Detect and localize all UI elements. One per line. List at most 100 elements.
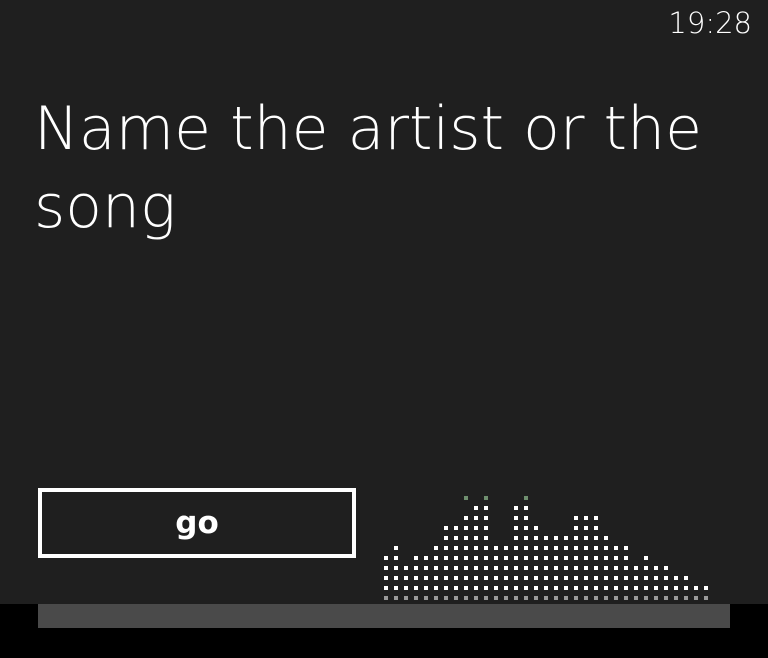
equalizer-dot: [574, 516, 578, 520]
equalizer-dot: [534, 566, 538, 570]
equalizer-dot: [514, 566, 518, 570]
equalizer-dot: [664, 596, 668, 600]
equalizer-dot: [514, 506, 518, 510]
equalizer-dot: [554, 546, 558, 550]
equalizer-dot: [544, 546, 548, 550]
equalizer-dot: [514, 556, 518, 560]
equalizer-column: [614, 546, 618, 600]
equalizer-dot: [454, 546, 458, 550]
equalizer-dot: [424, 586, 428, 590]
equalizer-dot: [564, 556, 568, 560]
equalizer-dot: [464, 566, 468, 570]
equalizer-dot: [684, 586, 688, 590]
equalizer-column: [564, 536, 568, 600]
equalizer-dot: [484, 536, 488, 540]
equalizer-column: [384, 556, 388, 600]
equalizer-dot: [394, 596, 398, 600]
equalizer-dot: [464, 556, 468, 560]
equalizer-dot: [604, 586, 608, 590]
equalizer-dot: [534, 576, 538, 580]
equalizer-dot: [464, 586, 468, 590]
equalizer-dot: [614, 596, 618, 600]
equalizer-dot: [514, 546, 518, 550]
equalizer-dot: [464, 526, 468, 530]
equalizer-dot: [524, 566, 528, 570]
equalizer-dot: [554, 596, 558, 600]
equalizer-dot: [584, 596, 588, 600]
equalizer-peak-dot: [464, 496, 468, 500]
equalizer-dot: [594, 526, 598, 530]
equalizer-dot: [584, 516, 588, 520]
equalizer-column: [514, 506, 518, 600]
equalizer-dot: [624, 566, 628, 570]
equalizer-peak-dot: [484, 496, 488, 500]
equalizer-dot: [574, 596, 578, 600]
equalizer-column: [454, 526, 458, 600]
equalizer-dot: [584, 526, 588, 530]
equalizer-dot: [624, 546, 628, 550]
equalizer-dot: [594, 516, 598, 520]
equalizer-column: [544, 536, 548, 600]
equalizer-column: [424, 556, 428, 600]
equalizer-dot: [494, 546, 498, 550]
equalizer-dot: [384, 566, 388, 570]
equalizer-dot: [494, 556, 498, 560]
equalizer-dot: [654, 586, 658, 590]
equalizer-dot: [594, 546, 598, 550]
equalizer-dot: [634, 566, 638, 570]
equalizer-dot: [634, 596, 638, 600]
equalizer-dot: [534, 526, 538, 530]
equalizer-dot: [484, 516, 488, 520]
equalizer-column: [524, 496, 528, 600]
go-button[interactable]: go: [38, 488, 356, 558]
equalizer-dot: [634, 586, 638, 590]
equalizer-dot: [704, 586, 708, 590]
equalizer-dot: [454, 536, 458, 540]
equalizer-dot: [664, 576, 668, 580]
equalizer-dot: [454, 576, 458, 580]
equalizer-column: [394, 546, 398, 600]
equalizer-dot: [574, 556, 578, 560]
equalizer-dot: [474, 506, 478, 510]
equalizer-dot: [674, 586, 678, 590]
equalizer-column: [624, 546, 628, 600]
equalizer-dot: [654, 576, 658, 580]
equalizer-dot: [484, 526, 488, 530]
equalizer-dot: [624, 586, 628, 590]
equalizer-dot: [574, 526, 578, 530]
equalizer-dot: [454, 556, 458, 560]
equalizer-dot: [584, 566, 588, 570]
equalizer-dot: [394, 576, 398, 580]
equalizer-dot: [584, 586, 588, 590]
equalizer-dot: [394, 546, 398, 550]
equalizer-dot: [484, 546, 488, 550]
equalizer-dot: [454, 586, 458, 590]
equalizer-dot: [644, 576, 648, 580]
equalizer-dot: [574, 576, 578, 580]
equalizer-dot: [404, 566, 408, 570]
equalizer-dot: [444, 546, 448, 550]
equalizer-column: [674, 576, 678, 600]
equalizer-dot: [584, 536, 588, 540]
equalizer-dot: [594, 556, 598, 560]
equalizer-column: [534, 526, 538, 600]
equalizer-dot: [444, 586, 448, 590]
equalizer-dot: [674, 576, 678, 580]
equalizer-dot: [594, 596, 598, 600]
equalizer-dot: [684, 576, 688, 580]
equalizer-dot: [434, 546, 438, 550]
equalizer-dot: [434, 576, 438, 580]
equalizer-dot: [494, 576, 498, 580]
equalizer-dot: [524, 576, 528, 580]
equalizer-dot: [544, 536, 548, 540]
equalizer-dot: [384, 586, 388, 590]
equalizer-dot: [604, 596, 608, 600]
equalizer-dot: [674, 596, 678, 600]
equalizer-dot: [464, 546, 468, 550]
equalizer-column: [404, 566, 408, 600]
equalizer-dot: [414, 586, 418, 590]
equalizer-dot: [454, 566, 458, 570]
equalizer-dot: [574, 586, 578, 590]
equalizer-dot: [624, 596, 628, 600]
equalizer-dot: [504, 586, 508, 590]
